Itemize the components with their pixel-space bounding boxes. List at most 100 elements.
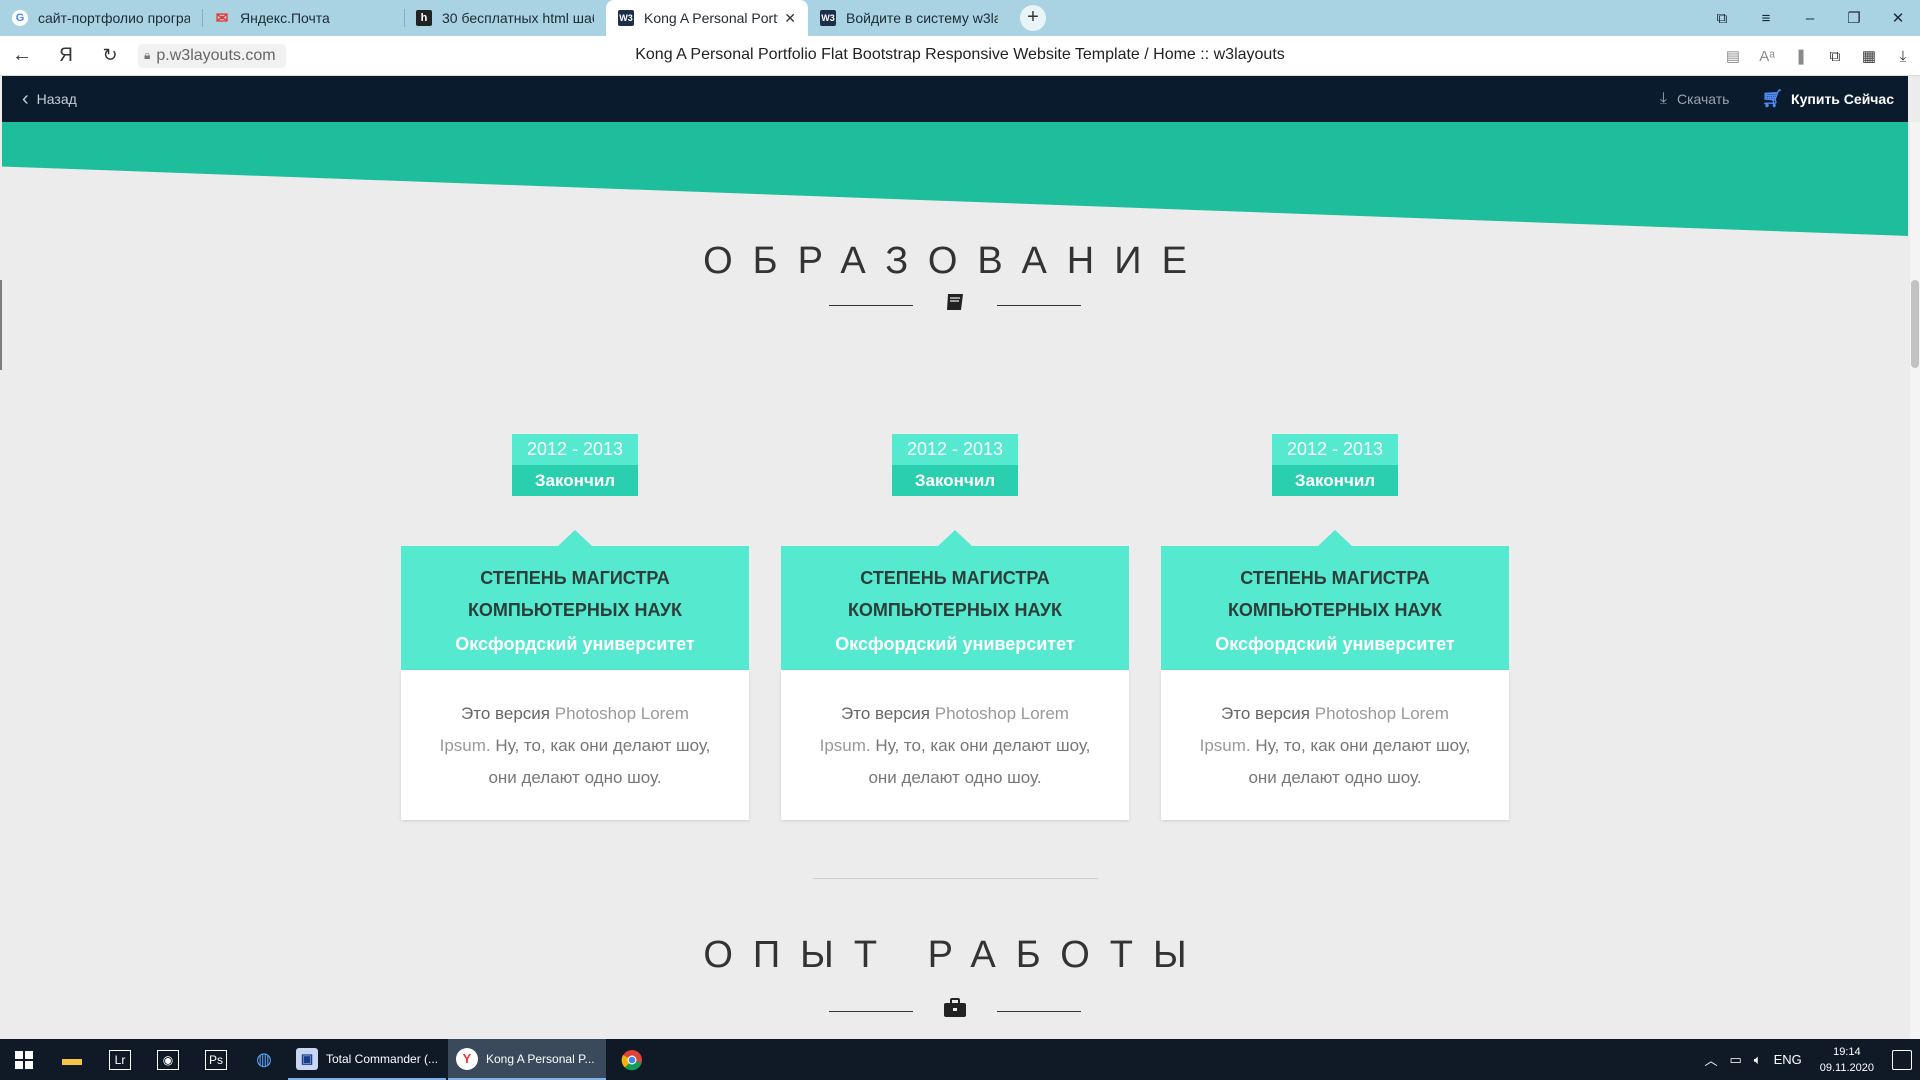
taskbar-app-total-commander[interactable]: ▣ Total Commander (... — [288, 1039, 446, 1080]
browser-tab[interactable]: h 30 бесплатных html шабл — [404, 0, 606, 36]
lock-icon: 🔒︎ — [144, 48, 151, 62]
education-card: 2012 - 2013 Закончил СТЕПЕНЬ МАГИСТРА КО… — [1161, 434, 1509, 824]
google-icon: G — [12, 10, 28, 26]
divider-line — [829, 1010, 913, 1012]
photoshop-icon[interactable]: Ps — [192, 1039, 240, 1080]
downloads-icon[interactable]: ⤓ — [1886, 48, 1920, 65]
degree-line: СТЕПЕНЬ МАГИСТРА — [480, 568, 670, 588]
yandex-logo[interactable]: Я — [44, 45, 88, 67]
years-label: 2012 - 2013 — [906, 439, 1004, 459]
browser-tab[interactable]: G сайт-портфолио програм — [0, 0, 202, 36]
network-icon[interactable]: ▭ — [1729, 1052, 1741, 1068]
years-label: 2012 - 2013 — [1286, 439, 1384, 459]
tab-title: 30 бесплатных html шабл — [442, 10, 594, 26]
new-tab-button[interactable]: + — [1020, 5, 1046, 31]
desc-lead: Это версия — [841, 704, 930, 723]
section-separator — [813, 878, 1098, 879]
browser-tab[interactable]: ✉ Яндекс.Почта — [202, 0, 404, 36]
back-arrow-icon[interactable]: ← — [0, 44, 44, 67]
camera-app-icon[interactable]: ◉ — [144, 1039, 192, 1080]
download-link[interactable]: ⤓ Скачать — [1660, 90, 1730, 108]
education-divider — [2, 292, 1908, 318]
clock[interactable]: 19:14 09.11.2020 — [1820, 1044, 1874, 1076]
tabs-menu-icon[interactable]: ⧉ — [1700, 10, 1744, 27]
total-commander-icon: ▣ — [296, 1047, 318, 1070]
minimize-icon[interactable]: – — [1788, 10, 1832, 27]
scrollbar[interactable] — [1910, 122, 1920, 1039]
address-bar: ← Я ↻ 🔒︎ p.w3layouts.com Kong A Personal… — [0, 36, 1920, 76]
university-name: Оксфордский университет — [455, 634, 695, 654]
card-description: Это версия Photoshop Lorem Ipsum. Ну, то… — [1161, 670, 1509, 820]
browser-tab[interactable]: W3 Войдите в систему w3layo — [808, 0, 1010, 36]
education-title: ОБРАЗОВАНИЕ — [703, 240, 1207, 282]
restore-icon[interactable]: ❐ — [1832, 9, 1876, 27]
chrome-icon[interactable] — [608, 1039, 656, 1080]
window-controls: ⧉ ≡ – ❐ ✕ — [1700, 0, 1920, 36]
degree-line: КОМПЬЮТЕРНЫХ НАУК — [467, 600, 683, 620]
tab-title: Яндекс.Почта — [240, 10, 330, 26]
year-badge: 2012 - 2013 Закончил — [892, 434, 1018, 496]
browser-tab-active[interactable]: W3 Kong A Personal Portfoli ✕ — [606, 0, 808, 36]
tab-title: сайт-портфолио програм — [38, 10, 190, 26]
education-card: 2012 - 2013 Закончил СТЕПЕНЬ МАГИСТРА КО… — [781, 434, 1129, 824]
tab-title: Kong A Personal Portfoli — [644, 10, 778, 26]
address-bar-actions: ▤ Aᵃ ❚ ⧉ ▦ ⤓ — [1716, 36, 1920, 76]
taskbar-app-label: Kong A Personal P... — [486, 1051, 595, 1066]
mail-icon: ✉ — [215, 10, 229, 27]
book-icon — [913, 292, 997, 318]
status-label: Закончил — [892, 465, 1018, 496]
notifications-icon[interactable] — [1892, 1049, 1912, 1070]
tab-title: Войдите в систему w3layo — [846, 10, 998, 26]
card-header: СТЕПЕНЬ МАГИСТРА КОМПЬЮТЕРНЫХ НАУК Оксфо… — [401, 546, 749, 670]
card-description: Это версия Photoshop Lorem Ipsum. Ну, то… — [781, 670, 1129, 820]
experience-title: ОПЫТ РАБОТЫ — [703, 934, 1207, 976]
buy-label: Купить Сейчас — [1791, 91, 1894, 107]
browser-tab-strip: G сайт-портфолио програм ✉ Яндекс.Почта … — [0, 0, 1920, 36]
degree-line: СТЕПЕНЬ МАГИСТРА — [1240, 568, 1430, 588]
education-card: 2012 - 2013 Закончил СТЕПЕНЬ МАГИСТРА КО… — [401, 434, 749, 824]
back-label: Назад — [36, 91, 77, 107]
w3layouts-demo-bar: ‹ Назад ⤓ Скачать 🛒︎ Купить Сейчас — [2, 76, 1908, 122]
card-pointer — [1318, 530, 1352, 546]
close-window-icon[interactable]: ✕ — [1876, 9, 1920, 27]
reader-mode-icon[interactable]: ▤ — [1716, 47, 1750, 65]
close-tab-icon[interactable]: ✕ — [784, 10, 796, 27]
start-button[interactable] — [0, 1039, 48, 1080]
volume-icon[interactable]: 🔈︎ — [1754, 1052, 1762, 1068]
scrollbar-thumb[interactable] — [1911, 280, 1919, 368]
bookmark-icon[interactable]: ❚ — [1784, 47, 1818, 65]
menu-icon[interactable]: ≡ — [1744, 10, 1788, 27]
collections-icon[interactable]: ⧉ — [1818, 48, 1852, 65]
desc-lead: Это версия — [461, 704, 550, 723]
globe-app-icon[interactable]: ◍ — [240, 1039, 288, 1080]
extension-icon[interactable]: ▦ — [1852, 47, 1886, 65]
hero-band — [2, 122, 1908, 236]
taskbar-app-browser[interactable]: Y Kong A Personal P... — [448, 1039, 606, 1080]
w3-icon: W3 — [820, 10, 836, 26]
reload-icon[interactable]: ↻ — [88, 45, 132, 66]
experience-divider — [2, 998, 1908, 1024]
lightroom-icon[interactable]: Lr — [96, 1039, 144, 1080]
years-label: 2012 - 2013 — [526, 439, 624, 459]
buy-now-link[interactable]: 🛒︎ Купить Сейчас — [1761, 89, 1894, 109]
back-link[interactable]: ‹ Назад — [22, 88, 77, 111]
clock-time: 19:14 — [1833, 1045, 1861, 1058]
desc-rest: Ну, то, как они делают шоу, они делают о… — [488, 736, 711, 787]
card-pointer — [938, 530, 972, 546]
divider-line — [829, 304, 913, 306]
language-indicator[interactable]: ENG — [1774, 1052, 1802, 1067]
chevron-up-icon[interactable]: ︿ — [1704, 1050, 1717, 1069]
file-explorer-icon[interactable]: ▬ — [48, 1039, 96, 1080]
divider-line — [997, 304, 1081, 306]
url-field[interactable]: 🔒︎ p.w3layouts.com — [138, 43, 286, 68]
page-title: Kong A Personal Portfolio Flat Bootstrap… — [635, 46, 1285, 63]
status-label: Закончил — [512, 465, 638, 496]
habr-icon: h — [416, 10, 432, 26]
translate-icon[interactable]: Aᵃ — [1750, 48, 1784, 65]
url-text: p.w3layouts.com — [156, 46, 276, 64]
download-icon: ⤓ — [1659, 90, 1667, 107]
download-label: Скачать — [1676, 91, 1730, 107]
degree-line: КОМПЬЮТЕРНЫХ НАУК — [1227, 600, 1443, 620]
yandex-browser-icon: Y — [456, 1047, 478, 1070]
clock-date: 09.11.2020 — [1819, 1061, 1874, 1074]
